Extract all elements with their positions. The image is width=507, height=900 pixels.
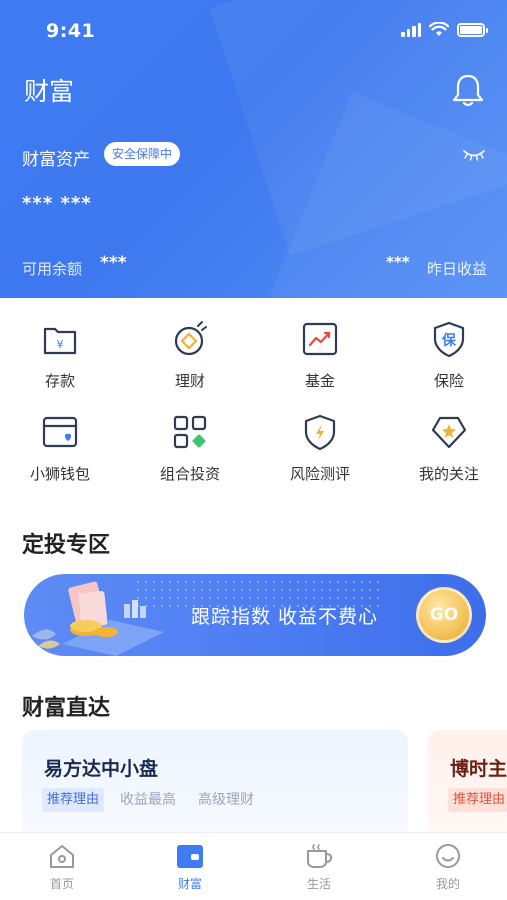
wallet-icon (42, 416, 78, 448)
tab-life[interactable]: 生活 (279, 843, 359, 892)
menu-label: 我的关注 (418, 465, 479, 483)
hide-eye-icon[interactable] (462, 148, 486, 162)
favorite-star-icon (431, 416, 467, 449)
tab-wealth[interactable]: 财富 (150, 843, 230, 892)
cellular-signal-icon (401, 22, 421, 37)
fund-chart-icon (302, 322, 338, 356)
go-button[interactable]: GO (416, 587, 472, 643)
menu-label: 风险测评 (289, 465, 350, 483)
menu-label: 基金 (304, 372, 335, 390)
index-banner[interactable]: 跟踪指数 收益不费心 GO (24, 574, 486, 656)
fund-card[interactable]: 博时主 推荐理由 (428, 730, 507, 840)
safe-badge[interactable]: 安全保障中 (104, 142, 181, 166)
reason-text: 收益最高 (120, 792, 176, 808)
yesterday-earnings-label: 昨日收益 (426, 260, 487, 278)
menu-label: 存款 (44, 372, 75, 390)
menu-item-deposit[interactable]: ¥ 存款 (0, 320, 120, 391)
fund-card-title: 易方达中小盘 (44, 758, 159, 780)
tab-profile[interactable]: 我的 (408, 843, 488, 892)
svg-text:保: 保 (441, 332, 457, 349)
profile-icon (436, 844, 460, 868)
tab-label: 首页 (49, 877, 74, 891)
svg-text:¥: ¥ (57, 338, 64, 351)
deposit-folder-icon: ¥ (43, 327, 77, 355)
menu-item-insurance[interactable]: 保 保险 (389, 320, 507, 391)
reason-text: 高级理财 (198, 792, 254, 808)
cup-icon (307, 844, 333, 868)
menu-label: 保险 (433, 372, 464, 390)
fund-card[interactable]: 易方达中小盘 推荐理由 收益最高 高级理财 (22, 730, 408, 840)
section-title-fixed-invest: 定投专区 (22, 533, 111, 558)
recommend-tag: 推荐理由 (42, 788, 105, 812)
wifi-icon (429, 22, 449, 36)
bottom-tab-bar: 首页 财富 生活 我的 (0, 832, 507, 900)
home-icon (50, 845, 74, 868)
risk-shield-icon (304, 414, 336, 451)
notification-bell-icon[interactable] (451, 72, 485, 108)
tab-home[interactable]: 首页 (22, 843, 102, 892)
banner-text: 跟踪指数 收益不费心 (191, 606, 379, 628)
menu-item-risk[interactable]: 风险测评 (260, 413, 380, 484)
menu-item-fund[interactable]: 基金 (260, 320, 380, 391)
assets-label: 财富资产 (22, 150, 90, 170)
status-time: 9:41 (46, 20, 96, 42)
wallet-icon (177, 845, 203, 868)
menu-item-wallet[interactable]: 小狮钱包 (0, 413, 120, 484)
page-title: 财富 (24, 77, 75, 106)
menu-item-portfolio[interactable]: 组合投资 (130, 413, 250, 484)
wealth-header: 9:41 财富 财富资产 安全保障中 *** *** 可用余额 *** *** … (0, 0, 507, 298)
tab-label: 我的 (435, 877, 460, 891)
fund-card-title: 博时主 (450, 758, 507, 780)
insurance-shield-icon: 保 (433, 321, 465, 358)
menu-label: 理财 (174, 372, 205, 390)
available-balance-value: *** (100, 253, 127, 273)
menu-label: 小狮钱包 (29, 465, 90, 483)
menu-item-wealth[interactable]: 理财 (130, 320, 250, 391)
yesterday-earnings-value: *** (386, 253, 410, 271)
section-title-wealth-direct: 财富直达 (22, 696, 111, 721)
tab-label: 生活 (306, 877, 331, 891)
portfolio-grid-icon (173, 415, 207, 449)
wealth-coin-icon (174, 321, 207, 356)
tab-label: 财富 (177, 877, 202, 891)
status-icons (401, 22, 488, 37)
menu-label: 组合投资 (159, 465, 220, 483)
banner-illustration (32, 581, 164, 656)
battery-icon (457, 22, 488, 37)
asset-value: *** *** (22, 193, 92, 214)
recommend-tag: 推荐理由 (448, 788, 507, 812)
available-balance-label: 可用余额 (22, 260, 83, 278)
menu-item-follow[interactable]: 我的关注 (389, 413, 507, 484)
